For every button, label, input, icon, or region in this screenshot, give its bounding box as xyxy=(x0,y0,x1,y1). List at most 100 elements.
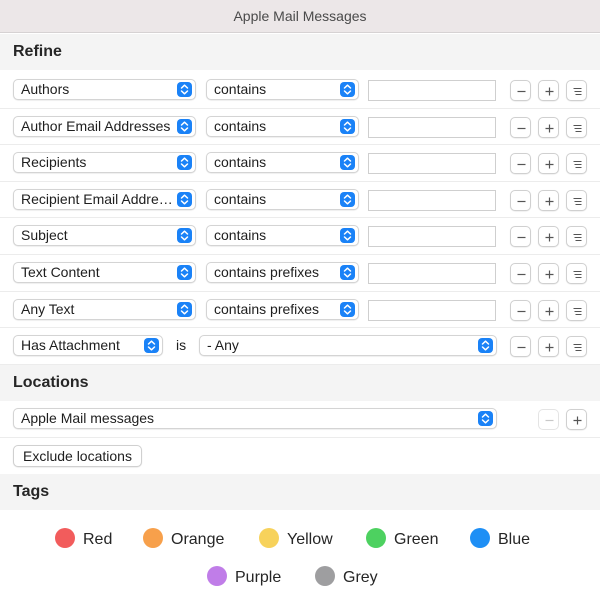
refine-row-recipient-emails: Recipient Email Addresses contains xyxy=(0,181,600,219)
row-options-button[interactable] xyxy=(566,299,587,321)
field-popup[interactable]: Recipient Email Addresses xyxy=(13,188,196,210)
field-popup-label: Authors xyxy=(21,81,70,97)
chevron-up-down-icon xyxy=(340,265,355,280)
locations-section-header: Locations xyxy=(0,365,600,401)
tag-label: Purple xyxy=(235,569,282,586)
add-row-button[interactable] xyxy=(538,80,559,101)
chevron-up-down-icon xyxy=(177,191,192,207)
tag-label: Grey xyxy=(343,569,378,586)
value-input[interactable] xyxy=(368,153,496,175)
tags-section-header: Tags xyxy=(0,474,600,510)
field-popup[interactable]: Has Attachment xyxy=(13,335,163,357)
window-title: Apple Mail Messages xyxy=(233,8,367,24)
refine-row-text-content: Text Content contains prefixes xyxy=(0,255,600,292)
tags-area: Red Orange Yellow Green Blue Purple Grey xyxy=(0,510,600,597)
tag-color-dot xyxy=(259,528,279,548)
tag-color-dot xyxy=(143,528,163,548)
field-popup[interactable]: Subject xyxy=(13,225,196,247)
chevron-up-down-icon xyxy=(340,155,355,171)
value-input[interactable] xyxy=(368,189,496,211)
field-popup[interactable]: Recipients xyxy=(13,152,196,174)
chevron-up-down-icon xyxy=(177,265,192,280)
operator-popup[interactable]: contains xyxy=(206,152,359,174)
chevron-up-down-icon xyxy=(340,118,355,134)
tag-red[interactable]: Red xyxy=(55,528,112,552)
field-popup[interactable]: Text Content xyxy=(13,262,196,283)
tag-color-dot xyxy=(55,528,75,548)
refine-row-authors: Authors contains xyxy=(0,72,600,109)
locations-title: Locations xyxy=(13,374,89,391)
value-input[interactable] xyxy=(368,263,496,284)
remove-row-button[interactable] xyxy=(510,336,531,358)
add-location-button[interactable] xyxy=(566,409,587,430)
row-options-button[interactable] xyxy=(566,226,587,248)
operator-popup[interactable]: contains xyxy=(206,225,359,247)
value-input[interactable] xyxy=(368,116,496,138)
chevron-up-down-icon xyxy=(177,118,192,134)
operator-popup[interactable]: contains xyxy=(206,188,359,210)
remove-row-button[interactable] xyxy=(510,299,531,321)
field-popup[interactable]: Any Text xyxy=(13,298,196,320)
field-popup[interactable]: Author Email Addresses xyxy=(13,115,196,137)
operator-popup[interactable]: contains xyxy=(206,115,359,137)
exclude-locations-button[interactable]: Exclude locations xyxy=(13,444,142,467)
row-options-button[interactable] xyxy=(566,189,587,211)
row-options-button[interactable] xyxy=(566,153,587,175)
row-options-button[interactable] xyxy=(566,116,587,138)
remove-row-button[interactable] xyxy=(510,189,531,211)
field-popup-label: Text Content xyxy=(21,264,100,280)
remove-row-button[interactable] xyxy=(510,153,531,175)
value-input[interactable] xyxy=(368,299,496,321)
remove-row-button[interactable] xyxy=(510,80,531,101)
chevron-up-down-icon xyxy=(478,411,493,426)
field-popup-label: Recipient Email Addresses xyxy=(21,190,188,207)
operator-popup-label: contains xyxy=(214,227,267,244)
tag-color-dot xyxy=(207,566,227,586)
attachment-value-popup[interactable]: - Any xyxy=(199,335,497,357)
remove-location-button[interactable] xyxy=(538,409,559,430)
refine-row-author-emails: Author Email Addresses contains xyxy=(0,108,600,146)
location-popup[interactable]: Apple Mail messages xyxy=(13,408,497,429)
tag-label: Blue xyxy=(498,531,531,548)
field-popup[interactable]: Authors xyxy=(13,79,196,100)
tag-grey[interactable]: Grey xyxy=(315,566,378,590)
remove-row-button[interactable] xyxy=(510,226,531,248)
add-row-button[interactable] xyxy=(538,189,559,211)
refine-row-subject: Subject contains xyxy=(0,218,600,255)
tag-purple[interactable]: Purple xyxy=(207,566,281,590)
operator-popup[interactable]: contains xyxy=(206,79,359,100)
operator-popup[interactable]: contains prefixes xyxy=(206,298,359,320)
tag-label: Yellow xyxy=(287,531,333,548)
add-row-button[interactable] xyxy=(538,226,559,248)
add-row-button[interactable] xyxy=(538,336,559,358)
value-input[interactable] xyxy=(368,80,496,101)
add-row-button[interactable] xyxy=(538,116,559,138)
exclude-row: Exclude locations xyxy=(0,437,600,475)
tag-color-dot xyxy=(470,528,490,548)
refine-section-header: Refine xyxy=(0,34,600,70)
chevron-up-down-icon xyxy=(177,301,192,317)
tag-color-dot xyxy=(315,566,335,586)
operator-popup[interactable]: contains prefixes xyxy=(206,262,359,283)
row-options-button[interactable] xyxy=(566,336,587,358)
operator-popup-label: contains prefixes xyxy=(214,264,320,280)
operator-popup-label: contains xyxy=(214,154,267,171)
field-popup-label: Author Email Addresses xyxy=(21,117,171,134)
add-row-button[interactable] xyxy=(538,299,559,321)
remove-row-button[interactable] xyxy=(510,263,531,284)
value-input[interactable] xyxy=(368,226,496,248)
tag-orange[interactable]: Orange xyxy=(143,528,224,552)
add-row-button[interactable] xyxy=(538,153,559,175)
refine-row-recipients: Recipients contains xyxy=(0,145,600,182)
tag-blue[interactable]: Blue xyxy=(470,528,530,552)
add-row-button[interactable] xyxy=(538,263,559,284)
is-label: is xyxy=(176,337,187,354)
remove-row-button[interactable] xyxy=(510,116,531,138)
row-options-button[interactable] xyxy=(566,263,587,284)
refine-row-has-attachment: Has Attachment is - Any xyxy=(0,328,600,365)
chevron-up-down-icon xyxy=(177,228,192,244)
tag-green[interactable]: Green xyxy=(366,528,438,552)
row-options-button[interactable] xyxy=(566,80,587,101)
field-popup-label: Recipients xyxy=(21,154,87,171)
tag-yellow[interactable]: Yellow xyxy=(259,528,333,552)
